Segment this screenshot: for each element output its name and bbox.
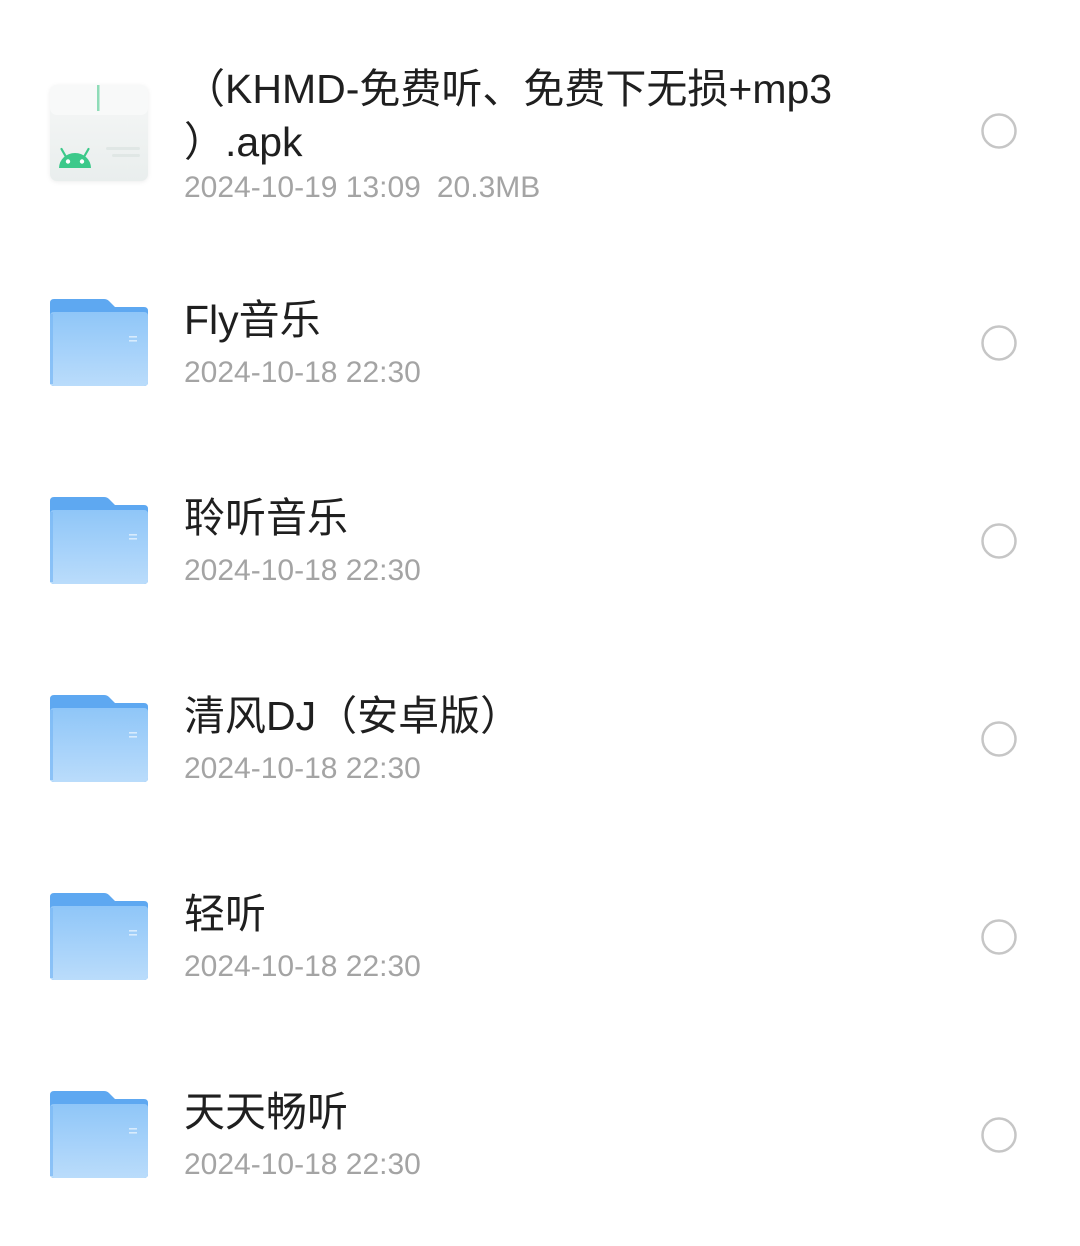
- select-radio[interactable]: [980, 1116, 1018, 1154]
- modified-date: 2024-10-18 22:30: [184, 1148, 421, 1181]
- modified-date: 2024-10-18 22:30: [184, 554, 421, 587]
- modified-date: 2024-10-18 22:30: [184, 356, 421, 389]
- folder-name: 轻听: [184, 891, 266, 937]
- select-radio[interactable]: [980, 112, 1018, 150]
- folder-row[interactable]: Fly音乐 2024-10-18 22:30: [0, 244, 1080, 442]
- modified-date: 2024-10-19 13:09: [184, 171, 421, 204]
- file-name: （KHMD-免费听、免费下无损+mp3 ）.apk: [184, 63, 832, 169]
- file-name-line: ）.apk: [184, 119, 303, 165]
- folder-name: 天天畅听: [184, 1089, 348, 1135]
- modified-date: 2024-10-18 22:30: [184, 752, 421, 785]
- folder-name: 清风DJ（安卓版）: [184, 693, 522, 739]
- apk-file-icon: [50, 85, 148, 181]
- folder-icon: [50, 694, 148, 782]
- select-radio[interactable]: [980, 522, 1018, 560]
- folder-row[interactable]: 轻听 2024-10-18 22:30: [0, 838, 1080, 1036]
- folder-icon: [50, 298, 148, 386]
- folder-row[interactable]: 清风DJ（安卓版） 2024-10-18 22:30: [0, 640, 1080, 838]
- folder-icon: [50, 892, 148, 980]
- folder-name: 聆听音乐: [184, 495, 348, 541]
- folder-row[interactable]: 聆听音乐 2024-10-18 22:30: [0, 442, 1080, 640]
- folder-name: Fly音乐: [184, 297, 321, 343]
- select-radio[interactable]: [980, 720, 1018, 758]
- file-meta: 2024-10-19 13:09 20.3MB: [184, 169, 540, 207]
- file-list: （KHMD-免费听、免费下无损+mp3 ）.apk 2024-10-19 13:…: [0, 0, 1080, 1246]
- folder-icon: [50, 496, 148, 584]
- file-size: 20.3MB: [436, 171, 541, 204]
- select-radio[interactable]: [980, 324, 1018, 362]
- file-row[interactable]: （KHMD-免费听、免费下无损+mp3 ）.apk 2024-10-19 13:…: [0, 32, 1080, 230]
- folder-icon: [50, 1090, 148, 1178]
- select-radio[interactable]: [980, 918, 1018, 956]
- file-name-line: （KHMD-免费听、免费下无损+mp3: [184, 66, 833, 112]
- modified-date: 2024-10-18 22:30: [184, 950, 421, 983]
- folder-row[interactable]: 天天畅听 2024-10-18 22:30: [0, 1036, 1080, 1234]
